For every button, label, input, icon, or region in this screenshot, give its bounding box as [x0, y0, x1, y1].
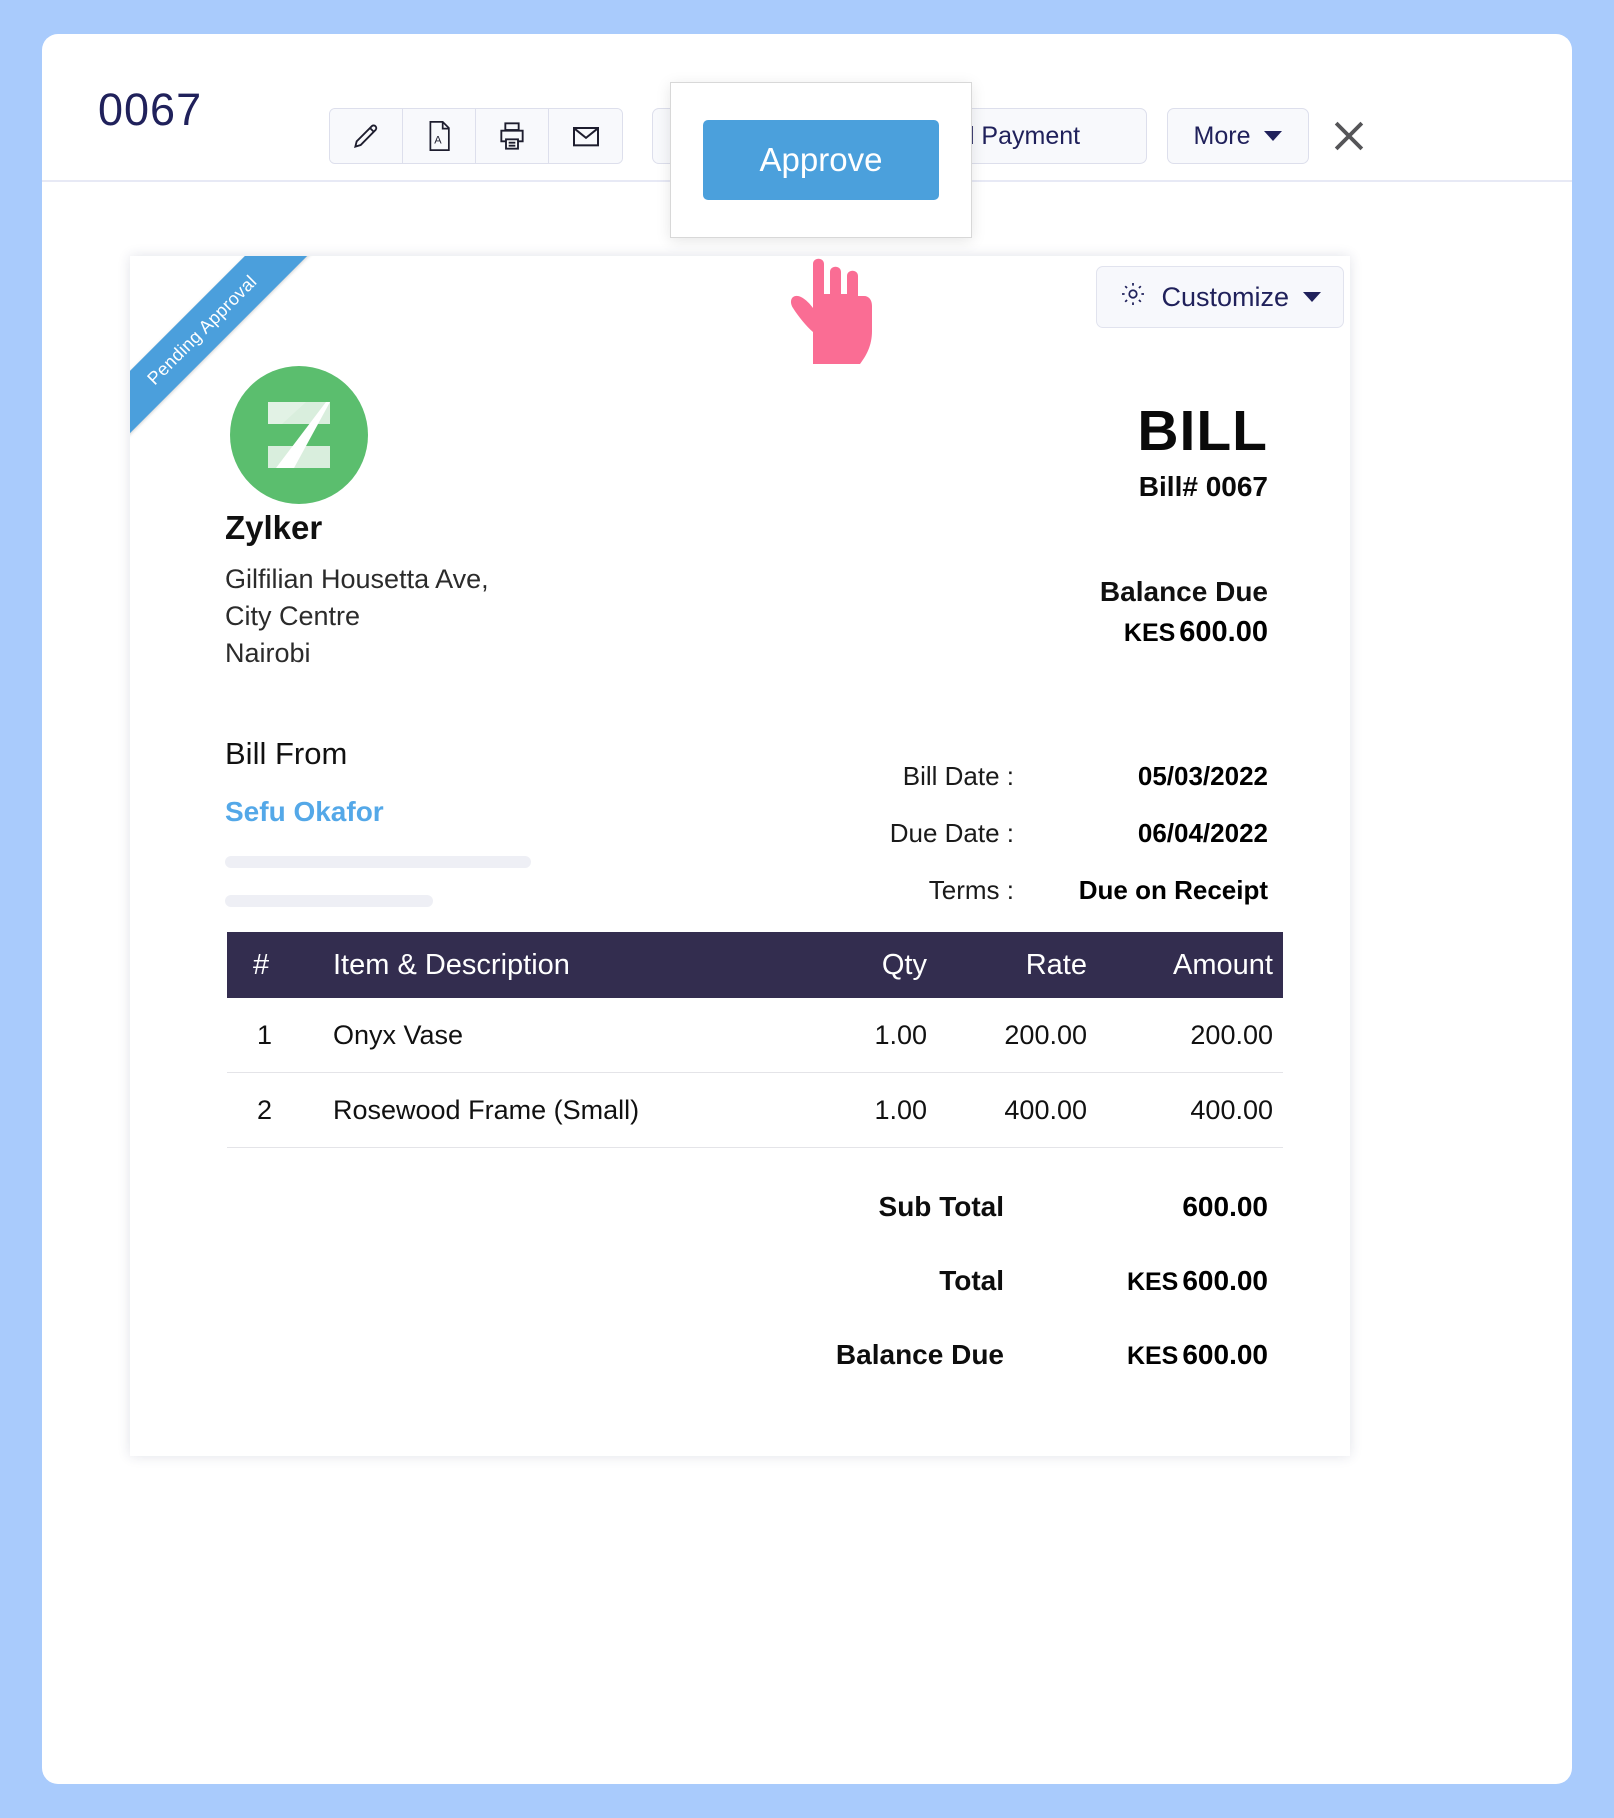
cell-index: 1: [257, 1019, 273, 1050]
bill-preview-sheet: Pending Approval Customize Zylker Gilfil…: [130, 256, 1350, 1456]
cell-index: 2: [257, 1094, 273, 1125]
balance-due-label: Balance Due: [1099, 576, 1268, 607]
edit-button[interactable]: [330, 109, 403, 163]
cell-qty: 1.00: [874, 1094, 927, 1125]
total-value: KES 600.00: [1038, 1339, 1268, 1371]
pdf-icon: A: [424, 120, 454, 152]
close-button[interactable]: [1327, 114, 1371, 158]
document-type-title: BILL: [1137, 399, 1268, 463]
balance-due-currency: KES: [1123, 619, 1176, 647]
email-icon: [570, 120, 602, 152]
pointer-hand-cursor: [780, 246, 880, 366]
svg-text:A: A: [434, 134, 442, 146]
toolbar-icon-button-group: A: [329, 108, 623, 164]
meta-label: Bill Date :: [902, 761, 1014, 791]
chevron-down-icon: [1264, 131, 1283, 141]
print-button[interactable]: [476, 109, 549, 163]
total-row-total: Total KES 600.00: [708, 1265, 1268, 1297]
total-label: Sub Total: [878, 1191, 1004, 1222]
total-value: KES 600.00: [1038, 1265, 1268, 1297]
edit-icon: [350, 120, 382, 152]
line-items-table: # Item & Description Qty Rate Amount 1 O…: [227, 932, 1283, 1148]
total-label: Total: [939, 1265, 1004, 1296]
meta-value: 06/04/2022: [1137, 818, 1268, 848]
print-icon: [496, 120, 528, 152]
company-name: Zylker: [225, 509, 323, 546]
balance-due-amount: KES 600.00: [1124, 616, 1268, 649]
approve-tooltip-popup: Approve: [670, 82, 972, 238]
total-amount: 600.00: [1182, 1339, 1268, 1370]
bill-meta-table: Bill Date : 05/03/2022 Due Date : 06/04/…: [788, 761, 1268, 932]
column-header-qty: Qty: [881, 948, 927, 981]
balance-due-value: 600.00: [1179, 616, 1268, 648]
bill-from-vendor-link[interactable]: Sefu Okafor: [225, 796, 384, 828]
bill-from-label: Bill From: [225, 736, 348, 771]
column-header-rate: Rate: [1025, 948, 1087, 981]
column-header-description: Item & Description: [333, 948, 570, 981]
table-row: 1 Onyx Vase 1.00 200.00 200.00: [227, 998, 1283, 1073]
company-logo: [230, 366, 368, 504]
cell-rate: 400.00: [1004, 1094, 1087, 1125]
close-icon: [1334, 121, 1364, 151]
tooltip-approve-button[interactable]: Approve: [703, 120, 939, 200]
total-currency: KES: [1126, 1342, 1179, 1370]
total-amount: 600.00: [1182, 1265, 1268, 1296]
meta-row-bill-date: Bill Date : 05/03/2022: [788, 761, 1268, 792]
hand-icon: [790, 258, 872, 364]
page-root: 0067 A Record Payment More Approve Pendi…: [0, 0, 1614, 1818]
column-header-index: #: [253, 948, 270, 981]
total-row-balance-due: Balance Due KES 600.00: [708, 1339, 1268, 1371]
cell-amount: 200.00: [1190, 1019, 1273, 1050]
total-amount: 600.00: [1182, 1191, 1268, 1222]
total-value: 600.00: [1038, 1191, 1268, 1223]
cell-amount: 400.00: [1190, 1094, 1273, 1125]
logo-letter-z-icon: [268, 402, 330, 468]
more-button[interactable]: More: [1167, 108, 1309, 164]
address-placeholder-bar-2: [225, 895, 433, 907]
meta-row-terms: Terms : Due on Receipt: [788, 875, 1268, 906]
cell-rate: 200.00: [1004, 1019, 1087, 1050]
table-header-row: # Item & Description Qty Rate Amount: [227, 932, 1283, 998]
meta-label: Due Date :: [889, 818, 1014, 848]
meta-row-due-date: Due Date : 06/04/2022: [788, 818, 1268, 849]
total-label: Balance Due: [835, 1339, 1004, 1370]
record-number: 0067: [98, 84, 203, 135]
table-row: 2 Rosewood Frame (Small) 1.00 400.00 400…: [227, 1073, 1283, 1148]
meta-label: Terms :: [928, 875, 1014, 905]
column-header-amount: Amount: [1173, 948, 1273, 981]
cell-qty: 1.00: [874, 1019, 927, 1050]
total-row-sub-total: Sub Total 600.00: [708, 1191, 1268, 1223]
address-placeholder-bar-1: [225, 856, 531, 868]
total-currency: KES: [1126, 1268, 1179, 1296]
more-label: More: [1193, 121, 1251, 150]
company-address: Gilfilian Housetta Ave, City Centre Nair…: [225, 564, 489, 668]
cell-description: Rosewood Frame (Small): [333, 1094, 640, 1125]
totals-section: Sub Total 600.00 Total KES 600.00 Balance…: [708, 1191, 1268, 1413]
email-button[interactable]: [549, 109, 622, 163]
cell-description: Onyx Vase: [333, 1019, 464, 1050]
meta-value: Due on Receipt: [1078, 875, 1268, 905]
pdf-button[interactable]: A: [403, 109, 476, 163]
document-number: Bill# 0067: [1138, 471, 1268, 502]
meta-value: 05/03/2022: [1137, 761, 1268, 791]
app-window: 0067 A Record Payment More Approve Pendi…: [42, 34, 1572, 1784]
